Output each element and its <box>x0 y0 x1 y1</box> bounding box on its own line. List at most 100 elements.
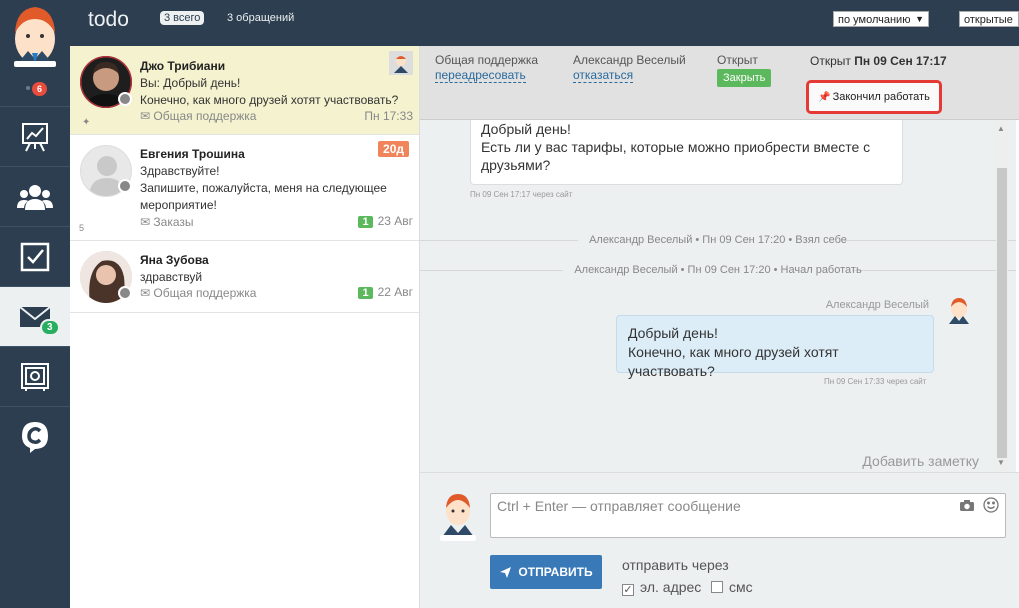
conversation-date: 23 Авг <box>377 214 413 228</box>
requests-count-link[interactable]: 3 обращений <box>227 12 294 24</box>
conversation-count: 5 <box>79 223 85 233</box>
rail-item-mail[interactable]: 3 <box>0 286 70 346</box>
chat-logo-icon <box>22 421 48 453</box>
mail-count-badge: 3 <box>40 319 60 336</box>
conversation-item[interactable]: Яна Зубова здравствуй ✉ Общая поддержка … <box>70 241 419 313</box>
opened-info: Открыт Пн 09 Сен 17:17 <box>810 54 947 68</box>
message-meta: Пн 09 Сен 17:33 через сайт <box>824 377 927 386</box>
send-button-label: ОТПРАВИТЬ <box>518 565 593 579</box>
age-badge: 20д <box>378 141 409 157</box>
send-button[interactable]: ОТПРАВИТЬ <box>490 555 602 589</box>
rail-item-reports[interactable] <box>0 106 70 166</box>
offline-status-dot <box>118 92 132 106</box>
status-select-value: открытые <box>964 14 1013 26</box>
queue-tag: ✉ Общая поддержка <box>140 286 256 300</box>
top-bar: todo 3 всего 3 обращений по умолчанию ▼ … <box>70 0 1019 46</box>
pin-icon: ✦ <box>82 117 91 128</box>
scrollbar[interactable]: ▲ ▼ <box>996 120 1008 472</box>
queue-tag: ✉ Общая поддержка <box>140 109 256 123</box>
composer: Ctrl + Enter — отправляет сообщение ОТПР… <box>420 472 1019 608</box>
close-ticket-button[interactable]: Закрыть <box>717 69 772 87</box>
pin-icon: 📌 <box>818 91 831 103</box>
contact-name: Джо Трибиани <box>140 59 226 73</box>
message-line: Конечно, как много друзей хотят участвов… <box>628 344 839 379</box>
queue-tag: ✉ Заказы <box>140 215 194 229</box>
message-input[interactable]: Ctrl + Enter — отправляет сообщение <box>490 493 1006 538</box>
decline-link[interactable]: отказаться <box>573 69 634 83</box>
conversation-date-group: 1 23 Авг <box>358 214 413 228</box>
envelope-icon: ✉ <box>140 286 151 300</box>
safe-icon <box>21 362 49 391</box>
queue-tag-label: Общая поддержка <box>153 109 257 123</box>
offline-status-dot <box>118 179 132 193</box>
queue-tag-label: Общая поддержка <box>153 286 257 300</box>
sms-option[interactable]: смс <box>711 579 753 595</box>
finish-work-label: Закончил работать <box>832 91 930 103</box>
scroll-down-icon[interactable]: ▼ <box>997 458 1005 467</box>
chevron-down-icon: ▼ <box>915 14 924 24</box>
message-line: друзьями? <box>481 157 551 173</box>
message-line: Добрый день! <box>628 325 718 341</box>
message-preview-line: Здравствуйте! <box>140 164 220 178</box>
message-line: Есть ли у вас тарифы, которые можно прио… <box>481 139 871 155</box>
message-input-placeholder: Ctrl + Enter — отправляет сообщение <box>497 498 741 514</box>
unread-badge: 1 <box>358 287 373 299</box>
total-filter-pill[interactable]: 3 всего <box>160 11 205 25</box>
queue-tag-label: Заказы <box>153 215 194 229</box>
message-preview-line: здравствуй <box>140 270 203 284</box>
outgoing-message: Добрый день! Конечно, как много друзей х… <box>616 315 934 379</box>
group-label: Общая поддержка <box>435 53 539 67</box>
paper-plane-icon <box>500 566 512 578</box>
rail-item-tasks[interactable] <box>0 226 70 286</box>
message-preview-line: Вы: Добрый день! <box>140 76 241 90</box>
finish-work-button[interactable]: 📌 Закончил работать <box>806 80 942 114</box>
add-note-link[interactable]: Добавить заметку <box>862 453 979 469</box>
message-thread: Добрый день! Есть ли у вас тарифы, котор… <box>420 120 1016 472</box>
rail-item-chat[interactable] <box>0 406 70 466</box>
offline-status-dot <box>118 286 132 300</box>
camera-icon[interactable] <box>959 499 975 515</box>
unread-badge: 1 <box>358 216 373 228</box>
conversation-item[interactable]: 20д Евгения Трошина Здравствуйте! Запиши… <box>70 135 419 241</box>
sort-select[interactable]: по умолчанию ▼ <box>833 11 929 27</box>
notifications[interactable]: 6 <box>0 70 70 106</box>
chart-board-icon <box>22 122 48 151</box>
message-meta: Пн 09 Сен 17:17 через сайт <box>470 190 573 199</box>
email-option[interactable]: ✓ эл. адрес <box>622 579 701 596</box>
conversation-date: Пн 17:33 <box>364 109 413 123</box>
conversation-date-group: 1 22 Авг <box>358 285 413 299</box>
rail-item-safe[interactable] <box>0 346 70 406</box>
app-logo[interactable] <box>0 0 70 70</box>
agent-avatar-icon <box>946 296 972 324</box>
message-preview-line: Запишите, пожалуйста, меня на следующее … <box>140 181 387 212</box>
message-author: Александр Веселый <box>825 299 929 311</box>
opened-date: Пн 09 Сен 17:17 <box>854 54 947 68</box>
emoji-icon[interactable] <box>983 497 999 516</box>
email-option-label: эл. адрес <box>640 579 702 595</box>
message-line: Добрый день! <box>481 121 571 137</box>
sort-select-value: по умолчанию <box>838 14 911 26</box>
conversation-item[interactable]: Джо Трибиани Вы: Добрый день! Конечно, к… <box>70 46 419 135</box>
page-title: todo <box>88 8 129 31</box>
status-select[interactable]: открытые <box>959 11 1019 27</box>
rail-item-users[interactable] <box>0 166 70 226</box>
system-event: Александр Веселый • Пн 09 Сен 17:20 • Вз… <box>589 234 847 246</box>
system-event: Александр Веселый • Пн 09 Сен 17:20 • На… <box>574 264 862 276</box>
sms-option-label: смс <box>729 579 753 595</box>
incoming-message: Добрый день! Есть ли у вас тарифы, котор… <box>470 120 903 185</box>
sms-checkbox[interactable] <box>711 581 723 593</box>
scrollbar-thumb[interactable] <box>997 168 1007 458</box>
message-preview-line: Конечно, как много друзей хотят участвов… <box>140 93 399 107</box>
status-label: Открыт <box>717 53 758 67</box>
forward-link[interactable]: переадресовать <box>435 69 526 83</box>
opened-prefix: Открыт <box>810 54 851 68</box>
envelope-icon: ✉ <box>140 215 151 229</box>
conversation-date: 22 Авг <box>377 285 413 299</box>
agent-label: Александр Веселый <box>573 53 686 67</box>
envelope-icon: ✉ <box>140 109 151 123</box>
email-checkbox[interactable]: ✓ <box>622 584 634 596</box>
side-rail: 6 3 <box>0 0 70 608</box>
scroll-up-icon[interactable]: ▲ <box>997 124 1005 133</box>
conversation-list: Джо Трибиани Вы: Добрый день! Конечно, к… <box>70 46 420 608</box>
ticket-header: Общая поддержка переадресовать Александр… <box>420 46 1019 120</box>
